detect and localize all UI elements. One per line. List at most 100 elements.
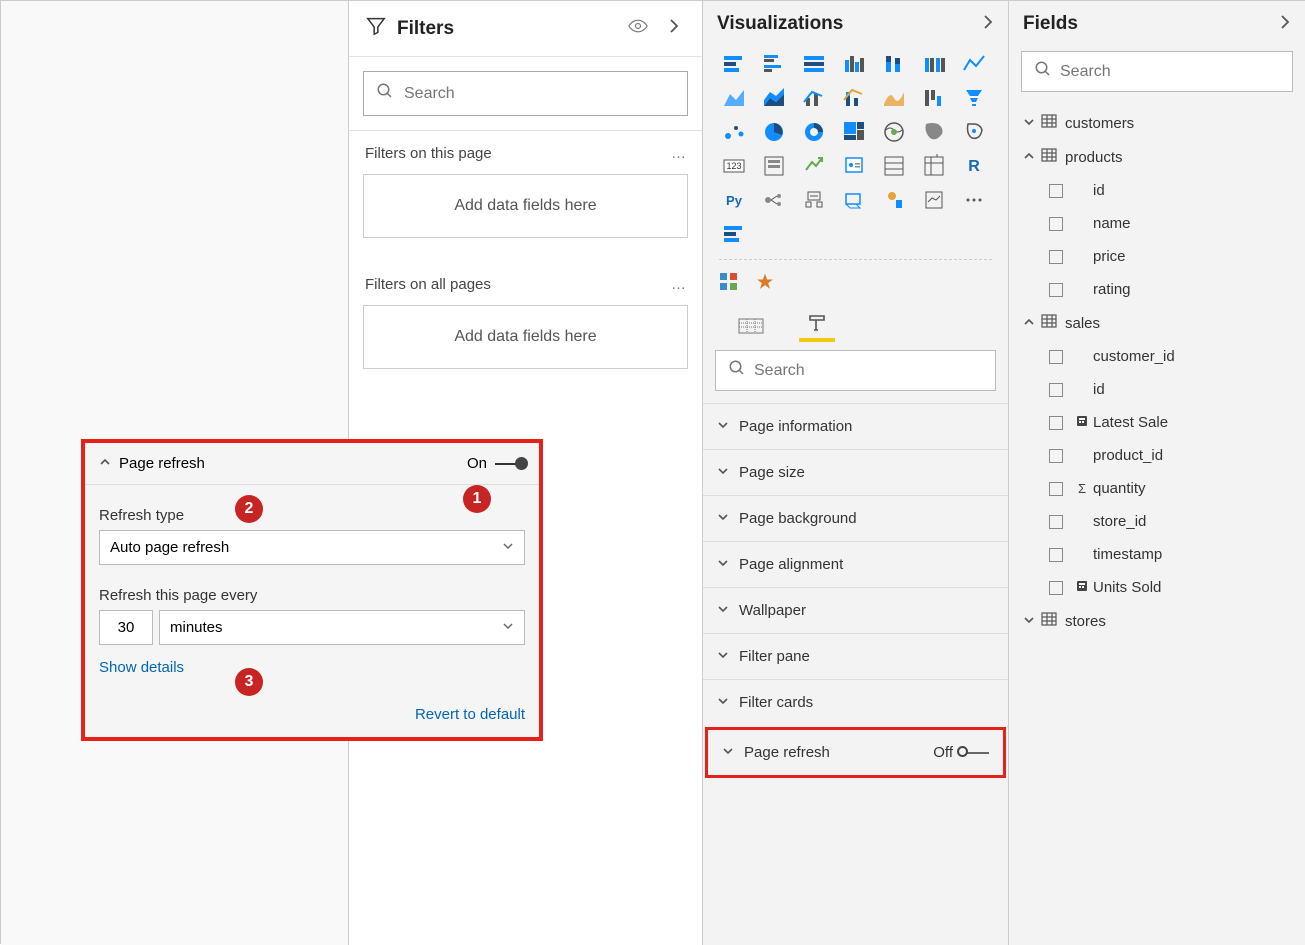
field-checkbox[interactable] [1049, 184, 1063, 198]
viz-funnel-icon[interactable] [959, 85, 989, 109]
app-switcher-icon[interactable] [719, 272, 743, 294]
refresh-type-select[interactable]: Auto page refresh [99, 530, 525, 565]
viz-python-visual-icon[interactable] [759, 187, 789, 211]
interval-value-input[interactable] [99, 610, 153, 645]
more-icon[interactable]: … [671, 276, 686, 293]
table-products[interactable]: products [1019, 140, 1295, 174]
field-checkbox[interactable] [1049, 482, 1063, 496]
filters-search[interactable] [363, 71, 688, 116]
visibility-icon[interactable] [626, 19, 650, 38]
collapse-icon[interactable] [662, 18, 686, 39]
field-units-sold[interactable]: Units Sold [1019, 571, 1295, 604]
field-rating[interactable]: rating [1019, 273, 1295, 306]
page-refresh-on-toggle[interactable] [495, 463, 525, 465]
viz-decomposition-icon[interactable] [839, 187, 869, 211]
show-details-link[interactable]: Show details [99, 659, 525, 676]
collapse-icon[interactable] [1279, 14, 1291, 35]
field-id[interactable]: id [1019, 373, 1295, 406]
viz-clustered-column-100-icon[interactable] [919, 51, 949, 75]
viz-line-icon[interactable] [959, 51, 989, 75]
viz-filled-map-icon[interactable] [919, 119, 949, 143]
viz-donut-icon[interactable] [799, 119, 829, 143]
page-refresh-header[interactable]: Page refresh On [85, 443, 539, 485]
viz-waterfall-icon[interactable] [919, 85, 949, 109]
viz-treemap-icon[interactable] [839, 119, 869, 143]
field-checkbox[interactable] [1049, 350, 1063, 364]
field-price[interactable]: price [1019, 240, 1295, 273]
viz-paginated-icon[interactable] [919, 187, 949, 211]
interval-unit-select[interactable]: minutes [159, 610, 525, 645]
field-checkbox[interactable] [1049, 548, 1063, 562]
field-checkbox[interactable] [1049, 515, 1063, 529]
viz-scatter-icon[interactable] [719, 119, 749, 143]
field-product_id[interactable]: product_id [1019, 439, 1295, 472]
viz-key-influencers-icon[interactable] [799, 187, 829, 211]
table-stores[interactable]: stores [1019, 604, 1295, 638]
format-page-alignment[interactable]: Page alignment [703, 541, 1008, 587]
table-sales[interactable]: sales [1019, 306, 1295, 340]
viz-qa-icon[interactable] [879, 187, 909, 211]
field-name[interactable]: name [1019, 207, 1295, 240]
field-checkbox[interactable] [1049, 383, 1063, 397]
viz-multi-card-icon[interactable] [799, 153, 829, 177]
field-customer_id[interactable]: customer_id [1019, 340, 1295, 373]
viz-area-icon[interactable] [719, 85, 749, 109]
field-checkbox[interactable] [1049, 449, 1063, 463]
viz-ribbon-icon[interactable] [879, 85, 909, 109]
viz-tabs [703, 304, 1008, 342]
viz-matrix-icon[interactable]: R [959, 153, 989, 177]
field-checkbox[interactable] [1049, 416, 1063, 430]
fields-search-input[interactable] [1060, 63, 1280, 81]
filters-search-input[interactable] [404, 85, 675, 103]
viz-line-col-stacked-icon[interactable] [839, 85, 869, 109]
viz-gauge-icon[interactable]: 123 [719, 153, 749, 177]
field-id[interactable]: id [1019, 174, 1295, 207]
format-filter-cards[interactable]: Filter cards [703, 679, 1008, 725]
fields-tab[interactable] [733, 308, 769, 342]
viz-stacked-bar-icon[interactable] [719, 51, 749, 75]
field-checkbox[interactable] [1049, 250, 1063, 264]
viz-stacked-area-icon[interactable] [759, 85, 789, 109]
format-page-information[interactable]: Page information [703, 403, 1008, 449]
viz-stacked-column-icon[interactable] [879, 51, 909, 75]
format-page-size[interactable]: Page size [703, 449, 1008, 495]
viz-arcgis-icon[interactable] [959, 187, 989, 211]
viz-clustered-bar-icon[interactable] [759, 51, 789, 75]
viz-card-icon[interactable] [759, 153, 789, 177]
viz-more-icon[interactable] [719, 221, 749, 245]
field-store_id[interactable]: store_id [1019, 505, 1295, 538]
field-checkbox[interactable] [1049, 581, 1063, 595]
revert-default-link[interactable]: Revert to default [85, 694, 539, 737]
page-refresh-toggle[interactable]: Off [933, 744, 989, 761]
field-latest-sale[interactable]: Latest Sale [1019, 406, 1295, 439]
viz-line-col-icon[interactable] [799, 85, 829, 109]
svg-text:Py: Py [726, 193, 743, 208]
viz-shape-map-icon[interactable] [959, 119, 989, 143]
field-timestamp[interactable]: timestamp [1019, 538, 1295, 571]
viz-map-icon[interactable] [879, 119, 909, 143]
viz-pie-icon[interactable] [759, 119, 789, 143]
field-checkbox[interactable] [1049, 217, 1063, 231]
field-quantity[interactable]: Σquantity [1019, 472, 1295, 505]
viz-kpi-icon[interactable] [839, 153, 869, 177]
format-page-background[interactable]: Page background [703, 495, 1008, 541]
viz-stacked-bar-100-icon[interactable] [799, 51, 829, 75]
table-customers[interactable]: customers [1019, 106, 1295, 140]
format-search[interactable] [715, 350, 996, 391]
viz-table-icon[interactable] [919, 153, 949, 177]
format-filter-pane[interactable]: Filter pane [703, 633, 1008, 679]
filters-all-dropzone[interactable]: Add data fields here [363, 305, 688, 369]
field-checkbox[interactable] [1049, 283, 1063, 297]
format-search-input[interactable] [754, 362, 983, 380]
filters-page-dropzone[interactable]: Add data fields here [363, 174, 688, 238]
format-tab[interactable] [799, 308, 835, 342]
format-page-refresh[interactable]: Page refresh Off [705, 727, 1006, 778]
viz-r-visual-icon[interactable]: Py [719, 187, 749, 211]
format-wallpaper[interactable]: Wallpaper [703, 587, 1008, 633]
star-icon[interactable] [755, 272, 779, 294]
collapse-icon[interactable] [982, 14, 994, 35]
fields-search[interactable] [1021, 51, 1293, 92]
viz-clustered-column-icon[interactable] [839, 51, 869, 75]
more-icon[interactable]: … [671, 145, 686, 162]
viz-slicer-icon[interactable] [879, 153, 909, 177]
